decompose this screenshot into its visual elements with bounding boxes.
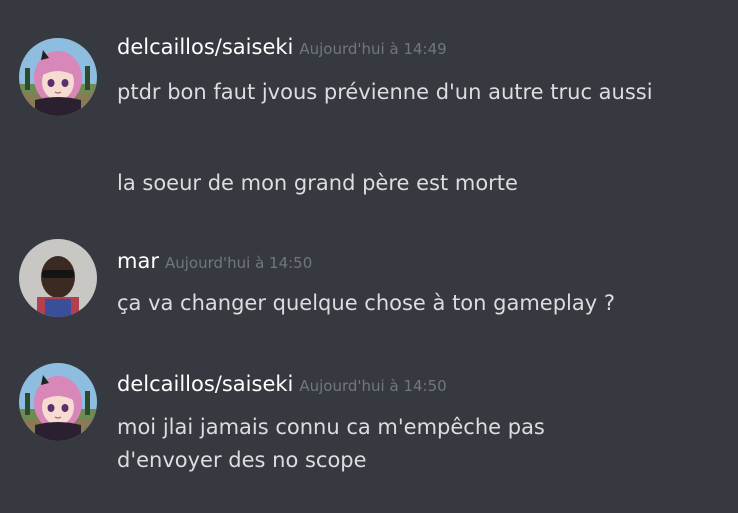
user-avatar[interactable]	[19, 38, 97, 116]
username[interactable]: mar	[117, 249, 159, 273]
message-header: delcaillos/saiseki Aujourd'hui à 14:49	[117, 34, 447, 62]
photo-avatar-icon	[19, 239, 97, 317]
message-text: la soeur de mon grand père est morte	[117, 171, 518, 195]
message-text: moi jlai jamais connu ca m'empêche pas d…	[117, 415, 545, 472]
message-header: mar Aujourd'hui à 14:50	[117, 248, 312, 276]
chat-messages: delcaillos/saiseki Aujourd'hui à 14:49 pt…	[0, 0, 738, 513]
timestamp: Aujourd'hui à 14:50	[299, 377, 447, 395]
user-avatar[interactable]	[19, 239, 97, 317]
timestamp: Aujourd'hui à 14:49	[299, 40, 447, 58]
username[interactable]: delcaillos/saiseki	[117, 35, 293, 59]
message-header: delcaillos/saiseki Aujourd'hui à 14:50	[117, 371, 447, 399]
username[interactable]: delcaillos/saiseki	[117, 372, 293, 396]
message-text: ça va changer quelque chose à ton gamepl…	[117, 291, 615, 315]
user-avatar[interactable]	[19, 363, 97, 441]
anime-avatar-icon	[19, 38, 97, 116]
message-text: ptdr bon faut jvous prévienne d'un autre…	[117, 80, 653, 104]
timestamp: Aujourd'hui à 14:50	[164, 254, 313, 272]
anime-avatar-icon	[19, 363, 97, 441]
